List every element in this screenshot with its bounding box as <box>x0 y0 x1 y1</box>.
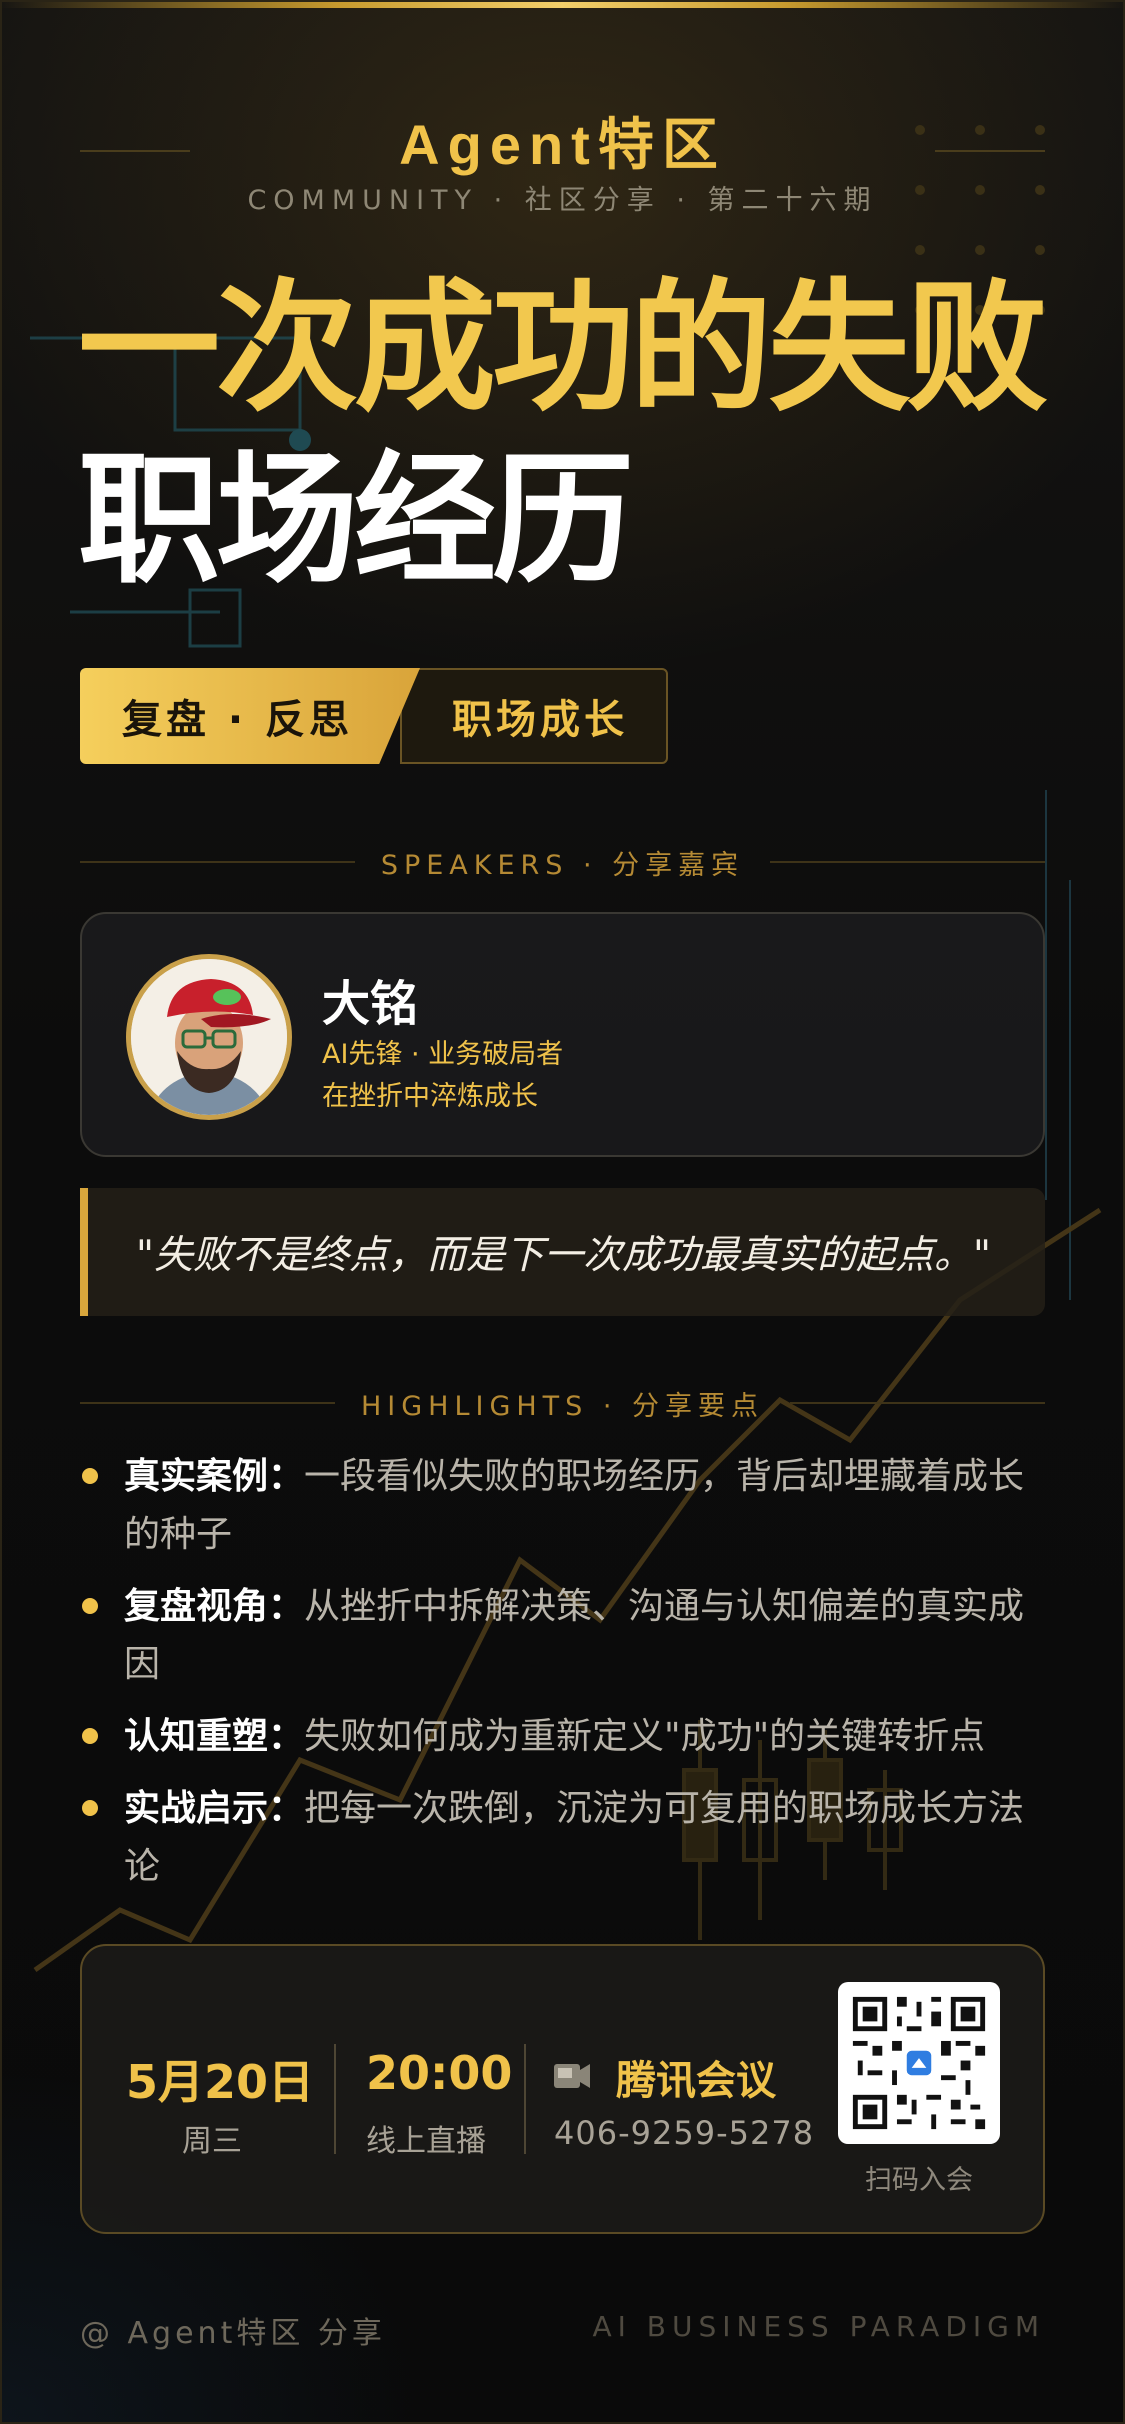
list-item: 实战启示：把每一次跌倒，沉淀为可复用的职场成长方法论 <box>80 1780 1040 1896</box>
event-info-card: 5月20日 周三 20:00 线上直播 腾讯会议 406-9259-5278 扫… <box>80 1944 1045 2234</box>
divider-line <box>80 861 355 863</box>
avatar <box>126 954 292 1120</box>
bullet-dot-icon <box>82 1598 98 1614</box>
highlight-key: 真实案例： <box>124 1456 305 1497</box>
bullet-dot-icon <box>82 1468 98 1484</box>
video-camera-icon <box>554 2064 590 2088</box>
speaker-role: AI先锋 · 业务破局者 <box>322 1039 564 1070</box>
list-item: 真实案例：一段看似失败的职场经历，背后却埋藏着成长的种子 <box>80 1448 1040 1564</box>
event-weekday: 周三 <box>182 2124 242 2159</box>
quote-block: "失败不是终点，而是下一次成功最真实的起点。" <box>80 1188 1045 1316</box>
highlight-key: 复盘视角： <box>124 1586 305 1627</box>
event-mode: 线上直播 <box>366 2124 486 2159</box>
qr-caption: 扫码入会 <box>865 2165 973 2196</box>
meeting-id[interactable]: 406-9259-5278 <box>554 2114 814 2152</box>
brand-divider-left <box>80 150 190 152</box>
main-title-line2: 职场经历 <box>78 438 634 603</box>
meeting-app-name: 腾讯会议 <box>616 2058 776 2104</box>
footer-brand: @ Agent特区 分享 <box>80 2316 386 2351</box>
poster: Agent特区 COMMUNITY · 社区分享 · 第二十六期 一次成功的失败… <box>0 0 1125 2424</box>
community-subtitle: COMMUNITY · 社区分享 · 第二十六期 <box>247 185 878 216</box>
speakers-section-header: SPEAKERS · 分享嘉宾 <box>80 842 1045 882</box>
highlight-key: 认知重塑： <box>124 1716 305 1757</box>
event-divider <box>524 2044 526 2154</box>
bullet-dot-icon <box>82 1800 98 1816</box>
qr-code-icon <box>848 1992 990 2134</box>
event-time: 20:00 <box>366 2046 513 2100</box>
highlights-list: 真实案例：一段看似失败的职场经历，背后却埋藏着成长的种子 复盘视角：从挫折中拆解… <box>80 1448 1040 1910</box>
speaker-description: 在挫折中淬炼成长 <box>322 1081 538 1112</box>
tag-secondary: 职场成长 <box>400 668 668 764</box>
main-title-line1: 一次成功的失败 <box>78 266 1048 431</box>
highlight-text: 失败如何成为重新定义"成功"的关键转折点 <box>304 1716 986 1757</box>
event-divider <box>334 2044 336 2154</box>
brand-divider-right <box>935 150 1045 152</box>
speaker-name: 大铭 <box>322 976 419 1032</box>
topic-tags: 复盘 · 反思 职场成长 <box>80 668 668 764</box>
divider-line <box>790 1402 1046 1404</box>
top-accent-line <box>0 0 1125 8</box>
speaker-card: 大铭 AI先锋 · 业务破局者 在挫折中淬炼成长 <box>80 912 1045 1157</box>
tag-primary: 复盘 · 反思 <box>80 668 420 764</box>
speakers-heading: SPEAKERS · 分享嘉宾 <box>380 849 745 881</box>
brand-title: Agent特区 <box>399 113 726 176</box>
divider-line <box>770 861 1045 863</box>
list-item: 复盘视角：从挫折中拆解决策、沟通与认知偏差的真实成因 <box>80 1578 1040 1694</box>
highlights-heading: HIGHLIGHTS · 分享要点 <box>360 1390 765 1422</box>
highlights-section-header: HIGHLIGHTS · 分享要点 <box>80 1383 1046 1423</box>
highlight-key: 实战启示： <box>124 1788 305 1829</box>
cartoon-avatar-icon <box>131 959 287 1115</box>
divider-line <box>80 1402 335 1404</box>
bullet-dot-icon <box>82 1728 98 1744</box>
qr-code[interactable] <box>838 1982 1000 2144</box>
list-item: 认知重塑：失败如何成为重新定义"成功"的关键转折点 <box>80 1708 1040 1766</box>
event-date: 5月20日 <box>126 2055 315 2109</box>
footer-tagline: AI BUSINESS PARADIGM <box>592 2310 1045 2343</box>
quote-text: "失败不是终点，而是下一次成功最真实的起点。" <box>136 1233 991 1278</box>
